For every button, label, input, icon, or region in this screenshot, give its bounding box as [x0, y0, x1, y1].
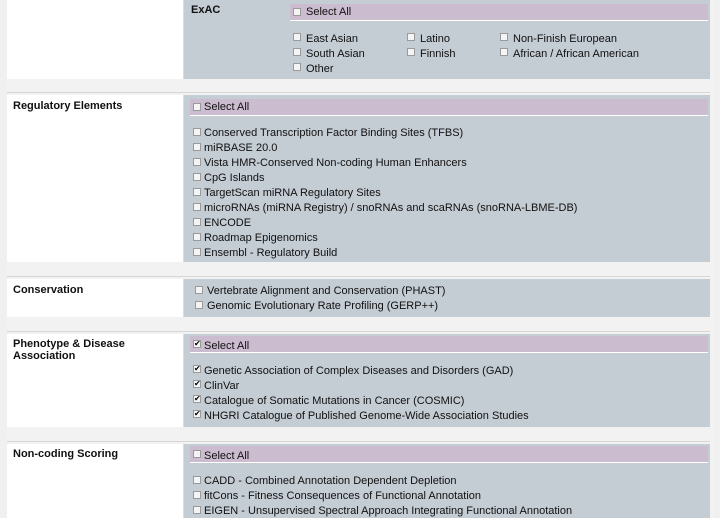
- regulatory-mirbase-label: miRBASE 20.0: [204, 142, 278, 154]
- regulatory-options: Select All Conserved Transcription Facto…: [184, 95, 710, 262]
- regulatory-ensembl-checkbox[interactable]: [193, 248, 201, 256]
- section-divider: [7, 79, 710, 94]
- conservation-phast-checkbox[interactable]: [195, 286, 203, 294]
- regulatory-select-all-bar[interactable]: Select All: [190, 99, 708, 116]
- section-divider: [7, 427, 710, 443]
- exac-select-all-checkbox[interactable]: [293, 8, 301, 16]
- regulatory-encode-label: ENCODE: [204, 217, 252, 229]
- noncoding-select-all-bar[interactable]: Select All: [190, 446, 708, 463]
- exac-east-asian-checkbox[interactable]: [293, 33, 301, 41]
- phenotype-select-all-label: Select All: [204, 340, 250, 352]
- regulatory-roadmap-label: Roadmap Epigenomics: [204, 232, 318, 244]
- regulatory-cpg-label: CpG Islands: [204, 172, 265, 184]
- noncoding-section: Non-coding Scoring Select All CADD - Com…: [7, 444, 710, 518]
- exac-african-label: African / African American: [513, 48, 639, 60]
- regulatory-section: Regulatory Elements Select All Conserved…: [7, 95, 710, 262]
- annotation-form: ExAC Select All East Asian Latino Non-Fi…: [7, 0, 714, 518]
- regulatory-roadmap-checkbox[interactable]: [193, 233, 201, 241]
- phenotype-section: Phenotype & Disease Association Select A…: [7, 334, 710, 427]
- noncoding-title: Non-coding Scoring: [13, 448, 119, 460]
- conservation-options: Vertebrate Alignment and Conservation (P…: [184, 279, 710, 317]
- regulatory-label-cell: Regulatory Elements: [7, 95, 184, 262]
- exac-other-checkbox[interactable]: [293, 63, 301, 71]
- regulatory-microrna-label: microRNAs (miRNA Registry) / snoRNAs and…: [204, 202, 578, 214]
- exac-finnish-checkbox[interactable]: [407, 48, 415, 56]
- exac-latino-label: Latino: [420, 33, 450, 45]
- regulatory-ensembl-label: Ensembl - Regulatory Build: [204, 247, 338, 259]
- exac-select-all-label: Select All: [306, 6, 352, 18]
- section-divider: [7, 262, 710, 278]
- phenotype-gad-label: Genetic Association of Complex Diseases …: [204, 365, 514, 377]
- regulatory-select-all-checkbox[interactable]: [193, 103, 201, 111]
- exac-south-asian-label: South Asian: [306, 48, 365, 60]
- exac-other-label: Other: [306, 63, 334, 75]
- regulatory-encode-checkbox[interactable]: [193, 218, 201, 226]
- noncoding-select-all-checkbox[interactable]: [193, 450, 201, 458]
- conservation-gerp-checkbox[interactable]: [195, 301, 203, 309]
- noncoding-cadd-checkbox[interactable]: [193, 476, 201, 484]
- regulatory-vista-checkbox[interactable]: [193, 158, 201, 166]
- phenotype-clinvar-checkbox[interactable]: [193, 380, 201, 388]
- regulatory-tfbs-checkbox[interactable]: [193, 128, 201, 136]
- noncoding-fitcons-checkbox[interactable]: [193, 491, 201, 499]
- noncoding-eigen-label: EIGEN - Unsupervised Spectral Approach I…: [204, 505, 573, 517]
- noncoding-cadd-label: CADD - Combined Annotation Dependent Dep…: [204, 475, 457, 487]
- exac-african-checkbox[interactable]: [500, 48, 508, 56]
- phenotype-options: Select All Genetic Association of Comple…: [184, 334, 710, 427]
- exac-nfe-checkbox[interactable]: [500, 33, 508, 41]
- regulatory-select-all-label: Select All: [204, 101, 250, 113]
- noncoding-label-cell: Non-coding Scoring: [7, 444, 184, 518]
- regulatory-cpg-checkbox[interactable]: [193, 173, 201, 181]
- exac-options: Select All East Asian Latino Non-Finish …: [184, 0, 710, 79]
- phenotype-cosmic-label: Catalogue of Somatic Mutations in Cancer…: [204, 395, 465, 407]
- conservation-section: Conservation Vertebrate Alignment and Co…: [7, 279, 710, 317]
- noncoding-fitcons-label: fitCons - Fitness Consequences of Functi…: [204, 490, 481, 502]
- conservation-gerp-label: Genomic Evolutionary Rate Profiling (GER…: [207, 300, 439, 312]
- phenotype-clinvar-label: ClinVar: [204, 380, 240, 392]
- section-divider: [7, 317, 710, 333]
- noncoding-select-all-label: Select All: [204, 450, 250, 462]
- phenotype-label-cell: Phenotype & Disease Association: [7, 334, 184, 427]
- noncoding-eigen-checkbox[interactable]: [193, 506, 201, 514]
- regulatory-vista-label: Vista HMR-Conserved Non-coding Human Enh…: [204, 157, 467, 169]
- noncoding-options: Select All CADD - Combined Annotation De…: [184, 444, 710, 518]
- phenotype-cosmic-checkbox[interactable]: [193, 395, 201, 403]
- exac-select-all-bar[interactable]: Select All: [290, 4, 708, 21]
- exac-nfe-label: Non-Finish European: [513, 33, 617, 45]
- exac-section: ExAC Select All East Asian Latino Non-Fi…: [7, 0, 710, 79]
- phenotype-title: Phenotype & Disease Association: [13, 338, 125, 362]
- regulatory-tfbs-label: Conserved Transcription Factor Binding S…: [204, 127, 464, 139]
- regulatory-mirbase-checkbox[interactable]: [193, 143, 201, 151]
- exac-finnish-label: Finnish: [420, 48, 456, 60]
- phenotype-nhgri-label: NHGRI Catalogue of Published Genome-Wide…: [204, 410, 529, 422]
- regulatory-title: Regulatory Elements: [13, 100, 123, 112]
- phenotype-gad-checkbox[interactable]: [193, 365, 201, 373]
- phenotype-select-all-bar[interactable]: Select All: [190, 336, 708, 353]
- exac-south-asian-checkbox[interactable]: [293, 48, 301, 56]
- regulatory-targetscan-label: TargetScan miRNA Regulatory Sites: [204, 187, 381, 199]
- conservation-phast-label: Vertebrate Alignment and Conservation (P…: [207, 285, 446, 297]
- phenotype-nhgri-checkbox[interactable]: [193, 410, 201, 418]
- exac-label-cell: ExAC: [7, 0, 220, 79]
- conservation-label-cell: Conservation: [7, 279, 184, 317]
- regulatory-microrna-checkbox[interactable]: [193, 203, 201, 211]
- conservation-title: Conservation: [13, 284, 84, 296]
- exac-latino-checkbox[interactable]: [407, 33, 415, 41]
- exac-east-asian-label: East Asian: [306, 33, 358, 45]
- exac-title: ExAC: [191, 4, 221, 16]
- phenotype-select-all-checkbox[interactable]: [193, 340, 201, 348]
- regulatory-targetscan-checkbox[interactable]: [193, 188, 201, 196]
